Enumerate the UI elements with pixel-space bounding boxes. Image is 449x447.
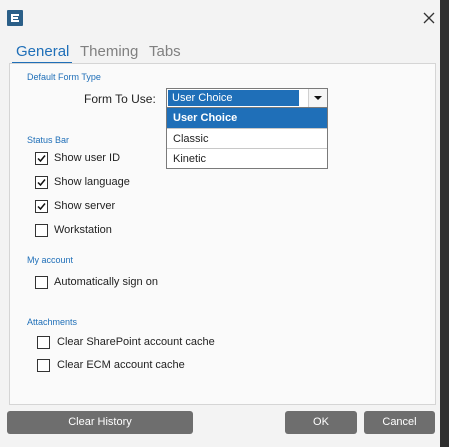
workstation-label: Workstation xyxy=(54,224,112,236)
section-my-account: My account xyxy=(27,255,74,265)
show-language-label: Show language xyxy=(54,176,130,188)
clear-ecm-cache-checkbox[interactable] xyxy=(37,359,50,372)
background-strip-right xyxy=(440,0,449,447)
section-default-form-type: Default Form Type xyxy=(27,72,101,82)
tab-general[interactable]: General xyxy=(16,43,69,60)
automatically-sign-on-checkbox[interactable] xyxy=(35,276,48,289)
clear-sharepoint-cache-checkbox[interactable] xyxy=(37,336,50,349)
show-user-id-label: Show user ID xyxy=(54,152,121,164)
section-attachments: Attachments xyxy=(27,317,78,327)
tab-tabs[interactable]: Tabs xyxy=(149,43,181,60)
clear-ecm-cache-label: Clear ECM account cache xyxy=(57,359,185,371)
tab-theming[interactable]: Theming xyxy=(80,43,138,60)
clear-history-button[interactable]: Clear History xyxy=(7,411,193,434)
form-type-dropdown-list: User Choice Classic Kinetic xyxy=(166,107,328,169)
dropdown-option-kinetic[interactable]: Kinetic xyxy=(167,148,327,168)
dropdown-option-user-choice[interactable]: User Choice xyxy=(167,108,327,128)
show-language-checkbox[interactable] xyxy=(35,176,48,189)
options-dialog: General Theming Tabs Default Form Type F… xyxy=(0,0,440,447)
form-to-use-label: Form To Use: xyxy=(84,92,156,106)
checkmark-icon xyxy=(37,155,46,163)
workstation-checkbox[interactable] xyxy=(35,224,48,237)
form-type-select[interactable]: User Choice xyxy=(166,88,328,108)
chevron-down-icon[interactable] xyxy=(308,89,327,107)
automatically-sign-on-label: Automatically sign on xyxy=(54,276,158,288)
checkmark-icon xyxy=(37,179,46,187)
checkmark-icon xyxy=(37,203,46,211)
show-server-checkbox[interactable] xyxy=(35,200,48,213)
clear-sharepoint-cache-label: Clear SharePoint account cache xyxy=(57,336,215,348)
close-icon[interactable] xyxy=(419,8,439,28)
ok-button[interactable]: OK xyxy=(285,411,357,434)
show-server-label: Show server xyxy=(54,200,116,212)
cancel-button[interactable]: Cancel xyxy=(364,411,435,434)
section-status-bar: Status Bar xyxy=(27,135,70,145)
form-type-selected-value: User Choice xyxy=(168,90,299,106)
epicor-e-logo-icon xyxy=(7,10,23,26)
dropdown-option-classic[interactable]: Classic xyxy=(167,128,327,148)
show-user-id-checkbox[interactable] xyxy=(35,152,48,165)
